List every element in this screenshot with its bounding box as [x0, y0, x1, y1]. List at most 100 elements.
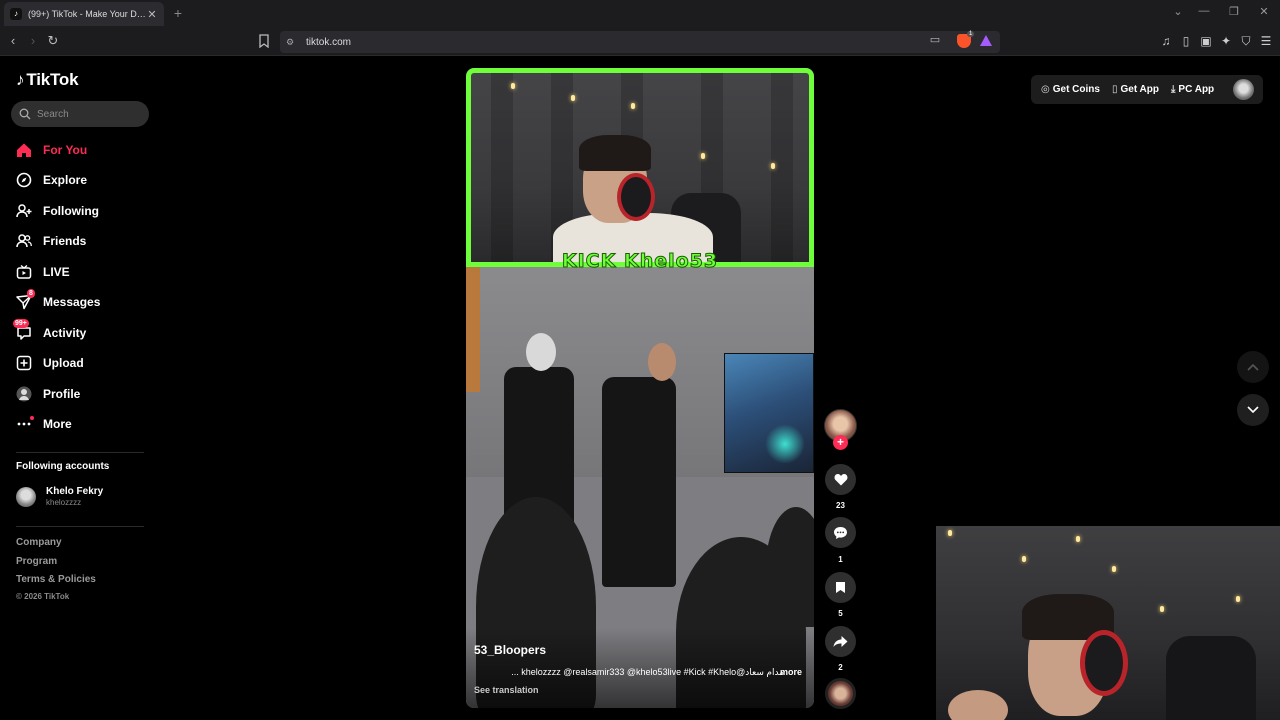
- nav-friends[interactable]: Friends: [16, 231, 86, 251]
- message-icon: 99+: [13, 319, 32, 341]
- new-tab-button[interactable]: +: [170, 4, 186, 22]
- tab-title: (99+) TikTok - Make Your Day: [28, 9, 146, 19]
- address-bar[interactable]: ⚙ tiktok.com: [280, 31, 1000, 53]
- next-video-button[interactable]: [1237, 394, 1269, 426]
- comment-count: 1: [838, 555, 843, 564]
- pc-app-button[interactable]: ⤓ PC App: [1171, 84, 1214, 95]
- nav-for-you[interactable]: For You: [16, 140, 87, 160]
- nav-messages[interactable]: 8 Messages: [16, 289, 101, 312]
- url-text: tiktok.com: [306, 36, 352, 48]
- nav-explore[interactable]: Explore: [16, 170, 87, 190]
- restore-icon[interactable]: ❐: [1226, 5, 1242, 18]
- heart-icon: [834, 474, 847, 486]
- streamer-webcam: [466, 68, 814, 267]
- following-accounts-title: Following accounts: [16, 461, 110, 472]
- leo-ai-icon[interactable]: ✦: [1219, 34, 1233, 48]
- scene-door: [466, 267, 480, 392]
- browser-tab-bar: ♪ (99+) TikTok - Make Your Day ✕ + ⌄ — ❐…: [0, 0, 1280, 28]
- plus-square-icon: [16, 355, 32, 371]
- back-icon[interactable]: ‹: [4, 32, 22, 50]
- site-info-icon[interactable]: ⚙: [286, 37, 298, 48]
- music-icon[interactable]: ♫: [1159, 34, 1173, 48]
- tiktok-logo[interactable]: ♪ TikTok: [16, 70, 79, 90]
- close-window-icon[interactable]: ✕: [1256, 5, 1272, 18]
- nav-label: More: [43, 417, 72, 431]
- get-app-button[interactable]: ▯ Get App: [1112, 84, 1159, 95]
- reload-icon[interactable]: ↻: [44, 32, 62, 50]
- search-icon: [19, 108, 31, 120]
- nav-label: Activity: [43, 326, 87, 340]
- nav-profile[interactable]: Profile: [16, 384, 80, 404]
- caption-more-button[interactable]: more: [780, 667, 802, 677]
- nav-label: For You: [43, 143, 88, 157]
- share-arrow-icon: [833, 636, 848, 647]
- chevron-up-icon: [1247, 363, 1259, 371]
- previous-video-button[interactable]: [1237, 351, 1269, 383]
- user-plus-icon: [16, 203, 32, 219]
- forward-icon[interactable]: ›: [24, 32, 42, 50]
- avatar-icon: [16, 386, 32, 402]
- nav-label: Explore: [43, 173, 88, 187]
- music-disc-icon[interactable]: [825, 678, 856, 709]
- get-coins-button[interactable]: ◎ Get Coins: [1041, 84, 1100, 95]
- nav-label: Profile: [43, 387, 81, 401]
- more-icon: [16, 416, 34, 432]
- account-handle: khelozzzz: [46, 498, 82, 507]
- search-placeholder: Search: [37, 108, 69, 120]
- close-tab-icon[interactable]: ✕: [146, 8, 158, 21]
- browser-toolbar: ‹ › ↻ ⚙ tiktok.com ▭ 1 ♫ ▯ ▣ ✦ ⛉ ☰: [0, 28, 1280, 56]
- scene-hooded-figure: [766, 507, 814, 627]
- activity-badge: 99+: [13, 319, 29, 328]
- scene-officer-head: [648, 343, 676, 381]
- pc-app-label: PC App: [1178, 84, 1215, 95]
- nav-upload[interactable]: Upload: [16, 353, 84, 373]
- phone-icon: ▯: [1111, 84, 1118, 95]
- search-input[interactable]: Search: [11, 101, 149, 127]
- nav-label: Upload: [43, 356, 84, 370]
- brave-rewards-icon[interactable]: [980, 35, 992, 46]
- follow-plus-icon[interactable]: +: [833, 435, 848, 450]
- bookmark-icon: [836, 582, 845, 593]
- footer-link-company[interactable]: Company: [16, 537, 62, 548]
- comment-icon: [834, 526, 847, 539]
- logo-text: TikTok: [26, 70, 79, 89]
- see-translation-link[interactable]: See translation: [474, 685, 539, 695]
- get-coins-label: Get Coins: [1052, 84, 1100, 95]
- wallet-icon[interactable]: ▣: [1199, 34, 1213, 48]
- more-notification-dot: [30, 416, 34, 420]
- compass-icon: [16, 172, 32, 188]
- cast-icon[interactable]: ▭: [927, 32, 943, 48]
- like-count: 23: [836, 501, 845, 510]
- video-author[interactable]: 53_Bloopers: [474, 643, 546, 657]
- download-icon: ⤓: [1171, 84, 1176, 95]
- account-name: Khelo Fekry: [46, 486, 104, 497]
- friends-icon: [16, 233, 32, 249]
- sidebar-icon[interactable]: ▯: [1179, 34, 1193, 48]
- paper-plane-icon: 8: [16, 289, 35, 310]
- avatar: [16, 486, 36, 507]
- nav-live[interactable]: LIVE: [16, 262, 70, 282]
- save-button[interactable]: [825, 572, 856, 603]
- nav-label: Friends: [43, 234, 87, 248]
- menu-icon[interactable]: ☰: [1259, 34, 1273, 48]
- footer-link-program[interactable]: Program: [16, 556, 57, 567]
- coin-icon: ◎: [1041, 84, 1050, 95]
- tv-icon: [16, 264, 32, 280]
- browser-tab[interactable]: ♪ (99+) TikTok - Make Your Day ✕: [4, 2, 164, 26]
- video-player[interactable]: KICK Khelo53: [466, 68, 814, 708]
- following-account-item[interactable]: Khelo Fekry khelozzzz: [16, 486, 103, 507]
- like-button[interactable]: [825, 464, 856, 495]
- chevron-down-icon: [1247, 406, 1259, 414]
- tab-search-chevron-icon[interactable]: ⌄: [1170, 5, 1186, 18]
- bookmark-icon[interactable]: [258, 34, 270, 48]
- vpn-shield-icon[interactable]: ⛉: [1239, 34, 1253, 48]
- nav-following[interactable]: Following: [16, 201, 99, 221]
- nav-more[interactable]: More: [16, 414, 72, 434]
- nav-activity[interactable]: 99+ Activity: [13, 319, 87, 343]
- minimize-icon[interactable]: —: [1196, 5, 1212, 17]
- share-button[interactable]: [825, 626, 856, 657]
- nav-label: Messages: [43, 295, 101, 309]
- footer-link-terms[interactable]: Terms & Policies: [16, 574, 96, 585]
- user-avatar[interactable]: [1233, 79, 1254, 100]
- comment-button[interactable]: [825, 517, 856, 548]
